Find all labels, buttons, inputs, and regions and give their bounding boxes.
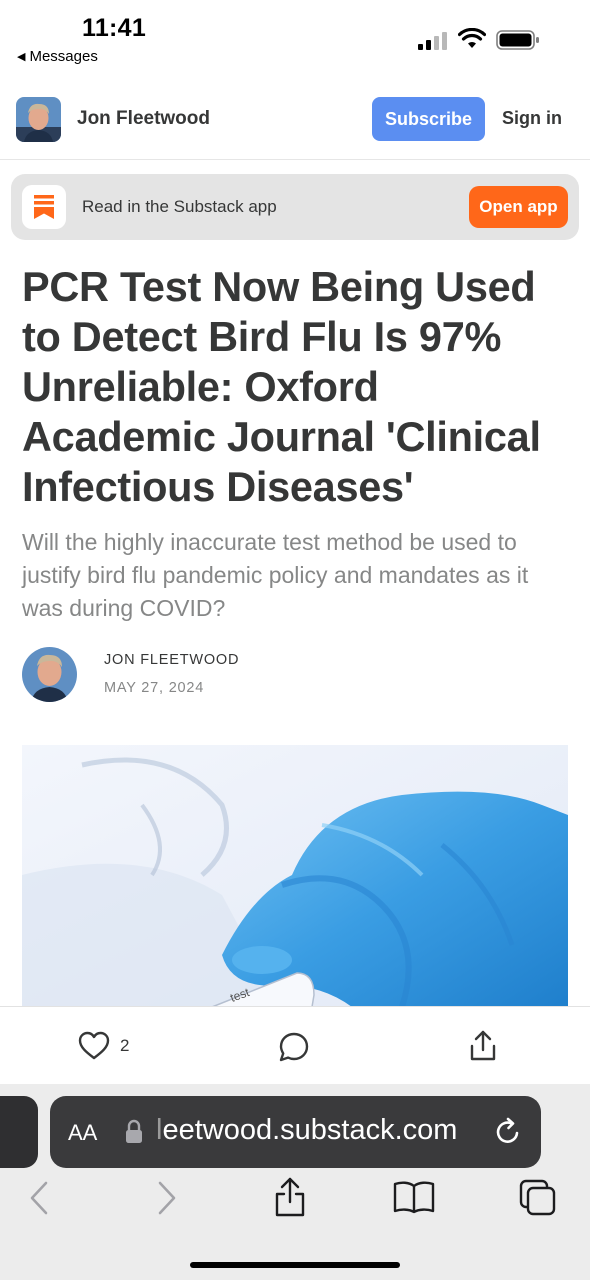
bookmarks-icon[interactable] [393,1180,435,1214]
author-name[interactable]: JON FLEETWOOD [104,652,239,668]
banner-text: Read in the Substack app [82,197,277,216]
address-bar[interactable]: AA leetwood.substack.com [50,1096,541,1168]
share-icon [470,1030,496,1061]
substack-app-banner: Read in the Substack app Open app [11,174,579,240]
like-count: 2 [120,1036,130,1055]
publication-avatar[interactable] [16,97,61,142]
heart-icon [78,1031,110,1060]
text-size-button[interactable]: AA [68,1120,97,1146]
url-text[interactable]: leetwood.substack.com [156,1114,457,1147]
reload-icon[interactable] [492,1116,524,1148]
post-action-bar: 2 [0,1006,590,1084]
share-page-icon[interactable] [274,1176,306,1218]
back-label: Messages [29,48,98,65]
wifi-icon [458,28,486,48]
subscribe-button[interactable]: Subscribe [372,97,485,141]
article-hero-image: test [22,745,568,1007]
lock-icon [126,1119,142,1143]
comment-button[interactable] [278,1031,310,1068]
sign-in-link[interactable]: Sign in [502,108,562,129]
back-to-messages[interactable]: ◀ Messages [17,48,98,65]
safari-toolbar [0,1177,590,1230]
back-chevron-icon[interactable] [28,1180,50,1216]
article-title: PCR Test Now Being Used to Detect Bird F… [22,263,541,510]
share-button[interactable] [469,1029,497,1068]
comment-icon [279,1032,309,1062]
url-domain: eetwood.substack.com [162,1114,458,1146]
tabs-icon[interactable] [518,1178,558,1218]
substack-logo-icon [22,185,66,229]
cellular-signal-icon [418,32,447,50]
forward-chevron-icon[interactable] [156,1180,178,1216]
publication-name[interactable]: Jon Fleetwood [77,108,210,130]
back-triangle-icon: ◀ [17,51,26,63]
author-avatar[interactable] [22,647,77,702]
article-subtitle: Will the highly inaccurate test method b… [22,529,529,621]
publication-header: Jon Fleetwood Subscribe Sign in [0,84,590,160]
previous-tab-preview[interactable] [0,1096,38,1168]
clock: 11:41 [82,14,147,42]
status-bar: 11:41 ◀ Messages [0,0,590,80]
open-app-button[interactable]: Open app [469,186,568,228]
battery-icon [496,30,539,50]
publish-date: MAY 27, 2024 [104,680,205,696]
safari-browser-chrome: AA leetwood.substack.com [0,1084,590,1280]
like-button[interactable]: 2 [78,1031,129,1061]
home-indicator [190,1262,400,1268]
